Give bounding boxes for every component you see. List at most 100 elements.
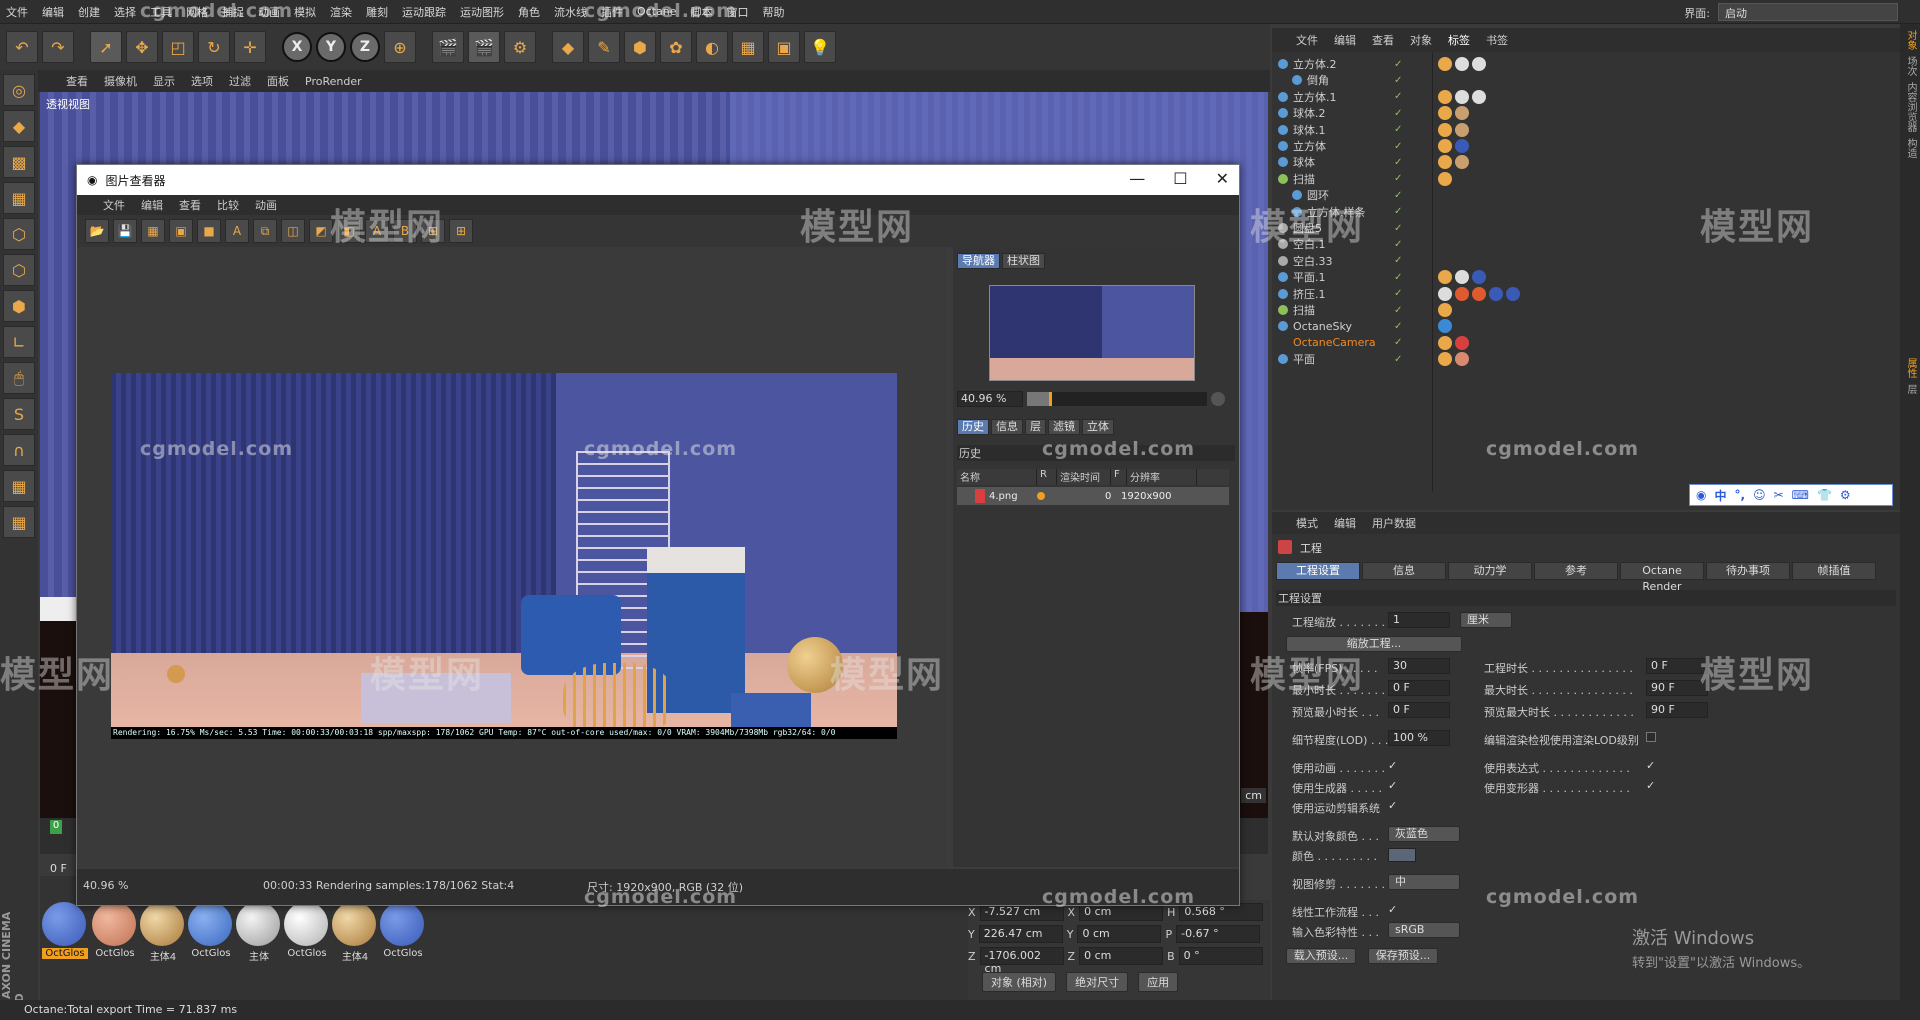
pv-menu-file[interactable]: 文件 bbox=[103, 197, 125, 213]
ime-chinese-mode[interactable]: 中 bbox=[1714, 487, 1726, 504]
ime-settings-icon[interactable]: ⚙ bbox=[1840, 488, 1851, 502]
menu-tools[interactable]: 工具 bbox=[150, 4, 172, 20]
ime-skin-icon[interactable]: 👕 bbox=[1817, 488, 1832, 502]
scale-project-button[interactable]: 缩放工程... bbox=[1286, 636, 1462, 652]
ab-compare-icon[interactable]: A bbox=[225, 219, 249, 243]
material-item[interactable]: OctGlos bbox=[188, 902, 234, 964]
y-axis-lock[interactable]: Y bbox=[316, 32, 346, 62]
tweak-icon[interactable]: 🖱 bbox=[3, 362, 35, 394]
visibility-check-icon[interactable]: ✓ bbox=[1394, 305, 1402, 316]
visibility-check-icon[interactable]: ✓ bbox=[1394, 223, 1402, 234]
tab-octane-render[interactable]: Octane Render bbox=[1620, 562, 1704, 593]
coord-mode-select[interactable]: 对象 (相对) bbox=[982, 972, 1057, 992]
color-swatch[interactable] bbox=[1388, 848, 1416, 862]
material-tag-icon[interactable] bbox=[1455, 57, 1469, 71]
material-item[interactable]: OctGlos bbox=[42, 902, 88, 964]
compare-a-icon[interactable]: A bbox=[365, 219, 389, 243]
material-tag-icon[interactable] bbox=[1489, 286, 1503, 301]
edge-tab-attributes[interactable]: 属性 bbox=[1903, 358, 1918, 378]
interactive-render-icon[interactable]: ◩ bbox=[309, 219, 333, 243]
material-item[interactable]: OctGlos bbox=[284, 902, 330, 964]
material-tag-icon[interactable] bbox=[1438, 286, 1452, 301]
snap-icon[interactable]: S bbox=[3, 398, 35, 430]
move-icon[interactable]: ✥ bbox=[126, 31, 158, 63]
history-row[interactable]: 4.png 0 1920x900 bbox=[957, 487, 1229, 505]
redo-icon[interactable]: ↷ bbox=[42, 31, 74, 63]
om-menu-file[interactable]: 文件 bbox=[1296, 32, 1318, 48]
zoom-slider-knob[interactable] bbox=[1048, 392, 1052, 406]
tab-history[interactable]: 历史 bbox=[957, 419, 989, 435]
menu-select[interactable]: 选择 bbox=[114, 4, 136, 20]
render-region-icon[interactable]: ▣ bbox=[169, 219, 193, 243]
visibility-check-icon[interactable]: ✓ bbox=[1394, 354, 1402, 365]
max-time-field[interactable]: 90 F bbox=[1646, 680, 1708, 696]
use-animation-checkbox[interactable]: ✓ bbox=[1388, 759, 1397, 772]
edge-tab-takes[interactable]: 场次 bbox=[1903, 56, 1918, 76]
visibility-check-icon[interactable]: ✓ bbox=[1394, 108, 1402, 119]
menu-window[interactable]: 窗口 bbox=[727, 4, 749, 20]
material-tag-icon[interactable] bbox=[1455, 89, 1469, 104]
workplane-icon[interactable]: ▦ bbox=[3, 182, 35, 214]
material-item[interactable]: OctGlos bbox=[380, 902, 426, 964]
material-item[interactable]: OctGlos bbox=[92, 902, 138, 964]
close-icon[interactable]: ✕ bbox=[1216, 169, 1229, 188]
menu-sculpt[interactable]: 雕刻 bbox=[366, 4, 388, 20]
vp-menu-camera[interactable]: 摄像机 bbox=[104, 73, 137, 89]
visibility-check-icon[interactable]: ✓ bbox=[1394, 321, 1402, 332]
subdivision-icon[interactable]: ⬢ bbox=[624, 31, 656, 63]
coord-size-z[interactable]: 0 cm bbox=[1079, 947, 1164, 965]
material-tag-icon[interactable] bbox=[1455, 139, 1469, 153]
menu-file[interactable]: 文件 bbox=[6, 4, 28, 20]
visibility-check-icon[interactable]: ✓ bbox=[1394, 272, 1402, 283]
preview-max-field[interactable]: 90 F bbox=[1646, 702, 1708, 718]
menu-mesh[interactable]: 网格 bbox=[186, 4, 208, 20]
linear-workflow-checkbox[interactable]: ✓ bbox=[1388, 903, 1397, 916]
material-tag-icon[interactable] bbox=[1455, 270, 1469, 285]
om-menu-edit[interactable]: 编辑 bbox=[1334, 32, 1356, 48]
axis-icon[interactable]: ∟ bbox=[3, 326, 35, 358]
make-editable-icon[interactable]: ◎ bbox=[3, 74, 35, 106]
visibility-check-icon[interactable]: ✓ bbox=[1394, 337, 1402, 348]
edge-tab-layers[interactable]: 层 bbox=[1903, 384, 1918, 394]
status-zoom[interactable]: 40.96 % bbox=[83, 879, 143, 892]
rotate-icon[interactable]: ↻ bbox=[198, 31, 230, 63]
coord-size-y[interactable]: 0 cm bbox=[1077, 925, 1162, 943]
material-tag-icon[interactable] bbox=[1472, 57, 1486, 71]
material-tag-icon[interactable] bbox=[1438, 352, 1452, 367]
navigator-thumbnail[interactable] bbox=[989, 285, 1195, 381]
ime-punct-icon[interactable]: °, bbox=[1735, 488, 1746, 502]
picture-viewer-canvas[interactable]: Rendering: 16.75% Ms/sec: 5.53 Time: 00:… bbox=[77, 247, 947, 867]
maximize-icon[interactable]: ☐ bbox=[1173, 169, 1187, 188]
material-tag-icon[interactable] bbox=[1455, 335, 1469, 350]
array-icon[interactable]: ✿ bbox=[660, 31, 692, 63]
visibility-check-icon[interactable]: ✓ bbox=[1394, 206, 1402, 217]
tab-reference[interactable]: 参考 bbox=[1534, 562, 1618, 580]
material-tag-icon[interactable] bbox=[1472, 286, 1486, 301]
menu-create[interactable]: 创建 bbox=[78, 4, 100, 20]
tab-stereo[interactable]: 立体 bbox=[1082, 419, 1114, 435]
filmstrip-icon[interactable]: ▦ bbox=[141, 219, 165, 243]
material-item[interactable]: 主体4 bbox=[140, 902, 186, 964]
menu-simulate[interactable]: 模拟 bbox=[294, 4, 316, 20]
channel-icon[interactable]: ◧ bbox=[337, 219, 361, 243]
input-color-select[interactable]: sRGB bbox=[1388, 922, 1460, 938]
coord-rot-b[interactable]: 0 ° bbox=[1178, 947, 1263, 965]
z-axis-lock[interactable]: Z bbox=[350, 32, 380, 62]
visibility-check-icon[interactable]: ✓ bbox=[1394, 124, 1402, 135]
project-scale-unit[interactable]: 厘米 bbox=[1460, 612, 1512, 628]
om-menu-view[interactable]: 查看 bbox=[1372, 32, 1394, 48]
menu-pipeline[interactable]: 流水线 bbox=[554, 4, 587, 20]
ime-toolbar[interactable]: ◉ 中 °, ☺ ✂ ⌨ 👕 ⚙ bbox=[1689, 484, 1893, 506]
om-menu-bookmarks[interactable]: 书签 bbox=[1486, 32, 1508, 48]
load-preset-button[interactable]: 载入预设... bbox=[1286, 948, 1356, 964]
material-tag-icon[interactable] bbox=[1438, 171, 1452, 186]
material-tag-icon[interactable] bbox=[1438, 57, 1452, 71]
default-color-select[interactable]: 灰蓝色 bbox=[1388, 826, 1460, 842]
lod-render-checkbox[interactable] bbox=[1646, 732, 1656, 742]
fps-field[interactable]: 30 bbox=[1388, 658, 1450, 674]
pv-menu-edit[interactable]: 编辑 bbox=[141, 197, 163, 213]
material-tag-icon[interactable] bbox=[1438, 270, 1452, 285]
vp-menu-view[interactable]: 查看 bbox=[66, 73, 88, 89]
minimize-icon[interactable]: — bbox=[1129, 169, 1145, 188]
use-deformers-checkbox[interactable]: ✓ bbox=[1646, 779, 1655, 792]
